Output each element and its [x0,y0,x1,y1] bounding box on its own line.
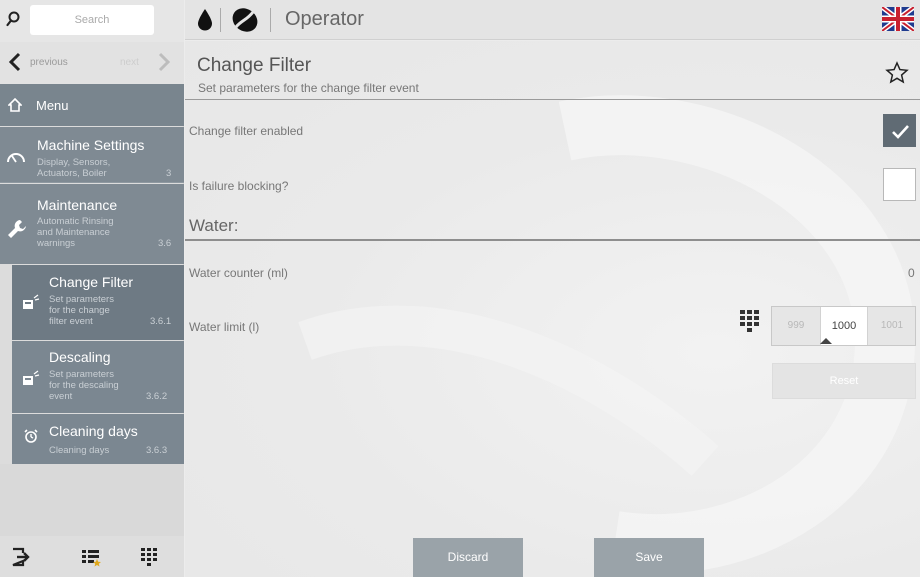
chevron-left-icon[interactable] [8,52,22,77]
divider [220,8,221,32]
gauge-icon [6,149,26,170]
stepper-option-next[interactable]: 1001 [868,307,916,345]
sidebar-item-maintenance[interactable]: Maintenance Automatic Rinsing and Mainte… [0,184,184,264]
sidebar-item-desc: for the change [49,305,110,316]
failure-blocking-label: Is failure blocking? [189,179,289,193]
history-nav: previous next [0,42,184,84]
sidebar-item-desc: Display, Sensors, [37,157,111,168]
water-counter-value: 0 [908,266,915,280]
water-drop-icon[interactable] [196,8,214,37]
role-title: Operator [285,8,364,30]
chevron-right-icon[interactable] [157,52,171,77]
sidebar-item-desc: and Maintenance [37,227,110,238]
page-subtitle: Set parameters for the change filter eve… [198,81,419,95]
sidebar-item-desc: Set parameters [49,294,114,305]
sidebar-item-number: 3.6.3 [146,445,168,456]
title-divider [185,99,920,100]
previous-button[interactable]: previous [30,57,68,68]
discard-button[interactable]: Discard [413,538,523,577]
search-bar: Search [0,0,184,42]
main-panel: Change Filter Set parameters for the cha… [185,41,920,577]
sidebar-item-cleaning-days[interactable]: Cleaning days Cleaning days 3.6.3 [0,414,184,464]
sidebar-item-menu[interactable]: Menu [0,84,184,126]
uk-flag-icon[interactable] [880,5,916,36]
home-icon [7,97,23,117]
page-title: Change Filter [197,55,312,76]
selection-caret-icon [820,338,832,344]
filter-enabled-checkbox[interactable] [883,114,916,147]
sidebar-item-desc: Actuators, Boiler [37,168,107,179]
stepper-option-prev[interactable]: 999 [772,307,820,345]
search-icon[interactable] [5,8,25,32]
indent-spacer [0,265,12,340]
checkmark-icon [892,125,909,139]
favorites-list-icon[interactable] [80,546,102,568]
section-heading-water: Water: [189,216,239,235]
sidebar-filler [0,464,184,536]
failure-blocking-checkbox[interactable] [883,168,916,201]
alarm-clock-icon [24,429,38,448]
sidebar-item-desc: warnings [37,238,76,249]
coffee-bean-icon[interactable] [230,6,260,39]
sidebar-item-number: 3 [166,168,172,179]
sidebar-item-number: 3.6 [158,238,172,249]
filter-icon [22,369,40,392]
sidebar-item-title: Cleaning days [49,423,138,439]
logout-icon[interactable] [9,546,31,568]
sidebar-item-title: Maintenance [37,197,118,213]
water-counter-label: Water counter (ml) [189,266,288,280]
sidebar-item-desc: Set parameters [49,369,114,380]
sidebar: Search previous next Menu Machine Settin… [0,0,184,577]
sidebar-item-desc: event [49,391,73,402]
sidebar-item-number: 3.6.2 [146,391,168,402]
sidebar-item-title: Machine Settings [37,137,145,153]
indent-spacer [0,414,12,464]
sidebar-item-descaling[interactable]: Descaling Set parameters for the descali… [0,341,184,413]
next-button[interactable]: next [120,57,139,68]
sidebar-item-number: 3.6.1 [150,316,172,327]
sidebar-toolbar [0,536,184,577]
section-divider [185,239,920,241]
indent-spacer [0,341,12,413]
sidebar-item-desc: Automatic Rinsing [37,216,114,227]
keypad-icon[interactable] [738,309,762,342]
sidebar-item-title: Change Filter [49,274,134,290]
sidebar-item-desc: for the descaling [49,380,119,391]
search-input[interactable]: Search [30,5,154,35]
save-button[interactable]: Save [594,538,704,577]
water-limit-label: Water limit (l) [189,320,260,334]
wrench-icon [6,218,28,245]
favorite-star-icon[interactable] [885,61,909,90]
sidebar-item-desc: filter event [49,316,93,327]
reset-button[interactable]: Reset [772,363,916,399]
water-limit-stepper[interactable]: 999 1000 1001 [771,306,916,346]
menu-label: Menu [36,98,69,113]
sidebar-item-title: Descaling [49,349,111,365]
sidebar-item-desc: Cleaning days [49,445,110,456]
divider [270,8,271,32]
filter-enabled-label: Change filter enabled [189,124,304,138]
filter-icon [22,293,40,316]
sidebar-item-machine-settings[interactable]: Machine Settings Display, Sensors, Actua… [0,127,184,183]
sidebar-item-change-filter[interactable]: Change Filter Set parameters for the cha… [0,265,184,340]
keypad-icon[interactable] [138,546,160,568]
top-bar: Operator [185,0,920,40]
